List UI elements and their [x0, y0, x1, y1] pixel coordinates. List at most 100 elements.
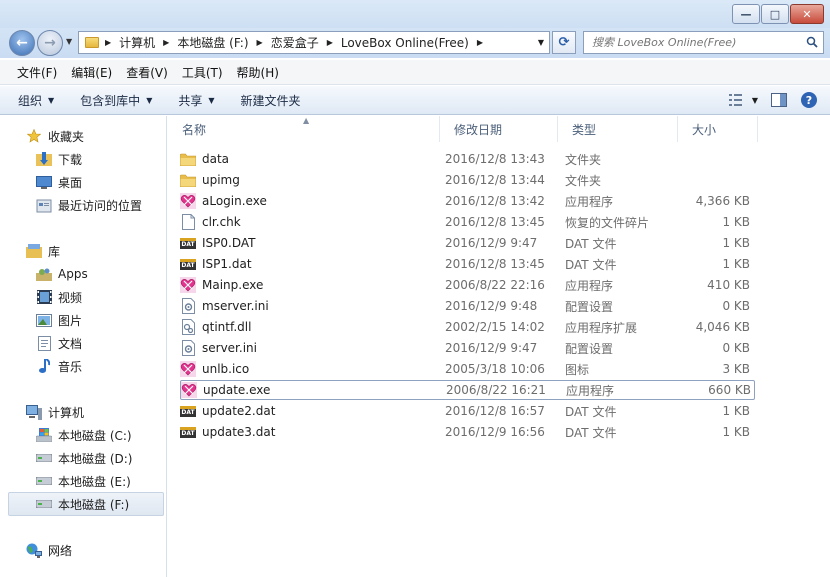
nav-videos[interactable]: 视频: [36, 287, 82, 307]
nav-computer[interactable]: 计算机: [26, 402, 84, 422]
file-row[interactable]: aLogin.exe 2016/12/8 13:42 应用程序 4,366 KB: [180, 191, 755, 211]
nav-music[interactable]: 音乐: [36, 356, 82, 376]
file-date: 2006/8/22 22:16: [445, 278, 545, 292]
nav-favorites[interactable]: 收藏夹: [26, 126, 84, 146]
nav-drive-f[interactable]: 本地磁盘 (F:): [36, 494, 129, 514]
settings-file-icon: [180, 340, 196, 356]
file-type: 应用程序: [565, 278, 614, 293]
file-row[interactable]: update.exe 2006/8/22 16:21 应用程序 660 KB: [180, 380, 755, 400]
hard-drive-icon: [36, 450, 52, 466]
breadcrumb-drive-f[interactable]: 本地磁盘 (F:) ▶: [177, 34, 270, 51]
menu-file[interactable]: 文件(F): [10, 64, 64, 81]
network-icon: [26, 542, 42, 558]
video-icon: [36, 289, 52, 305]
nav-apps[interactable]: Apps: [36, 264, 88, 284]
dat-file-icon: DAT: [180, 403, 196, 419]
new-folder-button[interactable]: 新建文件夹: [241, 92, 301, 109]
nav-recent-places[interactable]: 最近访问的位置: [36, 195, 142, 215]
nav-network[interactable]: 网络: [26, 540, 72, 560]
column-header-date[interactable]: 修改日期: [440, 116, 558, 142]
nav-libraries[interactable]: 库: [26, 241, 60, 261]
search-icon[interactable]: [806, 36, 818, 48]
settings-file-icon: [180, 298, 196, 314]
breadcrumb-root-arrow[interactable]: ▶: [105, 38, 119, 47]
file-row[interactable]: mserver.ini 2016/12/9 9:48 配置设置 0 KB: [180, 296, 755, 316]
file-date: 2006/8/22 16:21: [446, 383, 546, 397]
dat-file-icon: DAT: [180, 424, 196, 440]
address-dropdown-icon[interactable]: ▼: [538, 38, 544, 47]
nav-pictures[interactable]: 图片: [36, 310, 82, 330]
file-row[interactable]: Mainp.exe 2006/8/22 22:16 应用程序 410 KB: [180, 275, 755, 295]
file-name: aLogin.exe: [202, 194, 267, 208]
file-size: 4,046 KB: [695, 320, 750, 334]
menu-edit[interactable]: 编辑(E): [64, 64, 119, 81]
title-bar: — □ ✕: [0, 0, 830, 28]
share-button[interactable]: 共享 ▼: [178, 92, 214, 109]
maximize-button[interactable]: □: [761, 4, 789, 24]
file-name-cell: upimg: [180, 172, 445, 188]
file-row[interactable]: upimg 2016/12/8 13:44 文件夹: [180, 170, 755, 190]
file-type: 恢复的文件碎片: [565, 215, 650, 230]
file-icon: [180, 214, 196, 230]
file-name-cell: qtintf.dll: [180, 319, 445, 335]
include-in-library-button[interactable]: 包含到库中 ▼: [80, 92, 152, 109]
history-dropdown-icon[interactable]: ▼: [66, 37, 72, 46]
search-box[interactable]: [583, 31, 824, 54]
nav-drive-c[interactable]: 本地磁盘 (C:): [36, 425, 132, 445]
file-row[interactable]: clr.chk 2016/12/8 13:45 恢复的文件碎片 1 KB: [180, 212, 755, 232]
system-drive-icon: [36, 427, 52, 443]
breadcrumb-lovebox[interactable]: 恋爱盒子 ▶: [271, 34, 341, 51]
forward-button[interactable]: →: [37, 30, 63, 56]
back-button[interactable]: ←: [9, 30, 35, 56]
menu-help[interactable]: 帮助(H): [230, 64, 286, 81]
lovebox-app-icon: [181, 382, 197, 398]
navigation-pane: 收藏夹 下载 桌面 最近访问的位置 库 Apps 视频 图片 文档 音乐 计算机: [0, 116, 167, 577]
file-row[interactable]: DAT update3.dat 2016/12/9 16:56 DAT 文件 1 KB: [180, 422, 755, 442]
file-row[interactable]: server.ini 2016/12/9 9:47 配置设置 0 KB: [180, 338, 755, 358]
chevron-right-icon: ▶: [326, 38, 333, 47]
breadcrumb-lovebox-online[interactable]: LoveBox Online(Free) ▶: [341, 36, 491, 50]
column-header-name[interactable]: 名称 ▲: [168, 116, 440, 142]
view-dropdown-icon[interactable]: ▼: [752, 96, 758, 105]
forward-arrow-icon: →: [44, 35, 56, 51]
help-icon[interactable]: ?: [800, 91, 818, 109]
minimize-button[interactable]: —: [732, 4, 760, 24]
breadcrumb-computer[interactable]: 计算机 ▶: [119, 34, 177, 51]
dat-file-icon: DAT: [180, 235, 196, 251]
file-name-cell: aLogin.exe: [180, 193, 445, 209]
refresh-button[interactable]: ⟳: [552, 31, 576, 54]
command-bar: 组织 ▼ 包含到库中 ▼ 共享 ▼ 新建文件夹 ▼ ?: [0, 86, 830, 115]
file-row[interactable]: DAT update2.dat 2016/12/8 16:57 DAT 文件 1 KB: [180, 401, 755, 421]
address-bar[interactable]: ▶ 计算机 ▶ 本地磁盘 (F:) ▶ 恋爱盒子 ▶ LoveBox Online(F…: [78, 31, 550, 54]
file-name: ISP1.dat: [202, 257, 252, 271]
file-row[interactable]: unlb.ico 2005/3/18 10:06 图标 3 KB: [180, 359, 755, 379]
column-header-type[interactable]: 类型: [558, 116, 678, 142]
file-row[interactable]: data 2016/12/8 13:43 文件夹: [180, 149, 755, 169]
search-input[interactable]: [584, 36, 794, 49]
dll-file-icon: [180, 319, 196, 335]
folder-icon: [85, 37, 99, 48]
file-row[interactable]: DAT ISP0.DAT 2016/12/9 9:47 DAT 文件 1 KB: [180, 233, 755, 253]
preview-pane-icon[interactable]: [770, 91, 788, 109]
menu-tools[interactable]: 工具(T): [175, 64, 230, 81]
lovebox-app-icon: [180, 277, 196, 293]
close-button[interactable]: ✕: [790, 4, 824, 24]
chevron-right-icon: ▶: [256, 38, 263, 47]
nav-documents[interactable]: 文档: [36, 333, 82, 353]
file-date: 2016/12/8 13:45: [445, 215, 545, 229]
file-row[interactable]: DAT ISP1.dat 2016/12/8 13:45 DAT 文件 1 KB: [180, 254, 755, 274]
file-date: 2016/12/8 13:45: [445, 257, 545, 271]
nav-drive-e[interactable]: 本地磁盘 (E:): [36, 471, 131, 491]
organize-button[interactable]: 组织 ▼: [18, 92, 54, 109]
menu-bar: 文件(F) 编辑(E) 查看(V) 工具(T) 帮助(H): [0, 60, 830, 85]
menu-view[interactable]: 查看(V): [119, 64, 175, 81]
star-icon: [26, 128, 42, 144]
nav-downloads[interactable]: 下载: [36, 149, 82, 169]
file-name: server.ini: [202, 341, 257, 355]
nav-desktop[interactable]: 桌面: [36, 172, 82, 192]
toolbar-right: ▼ ?: [716, 91, 818, 109]
file-row[interactable]: qtintf.dll 2002/2/15 14:02 应用程序扩展 4,046 KB: [180, 317, 755, 337]
view-options-icon[interactable]: [728, 91, 746, 109]
nav-drive-d[interactable]: 本地磁盘 (D:): [36, 448, 132, 468]
column-header-size[interactable]: 大小: [678, 116, 758, 142]
